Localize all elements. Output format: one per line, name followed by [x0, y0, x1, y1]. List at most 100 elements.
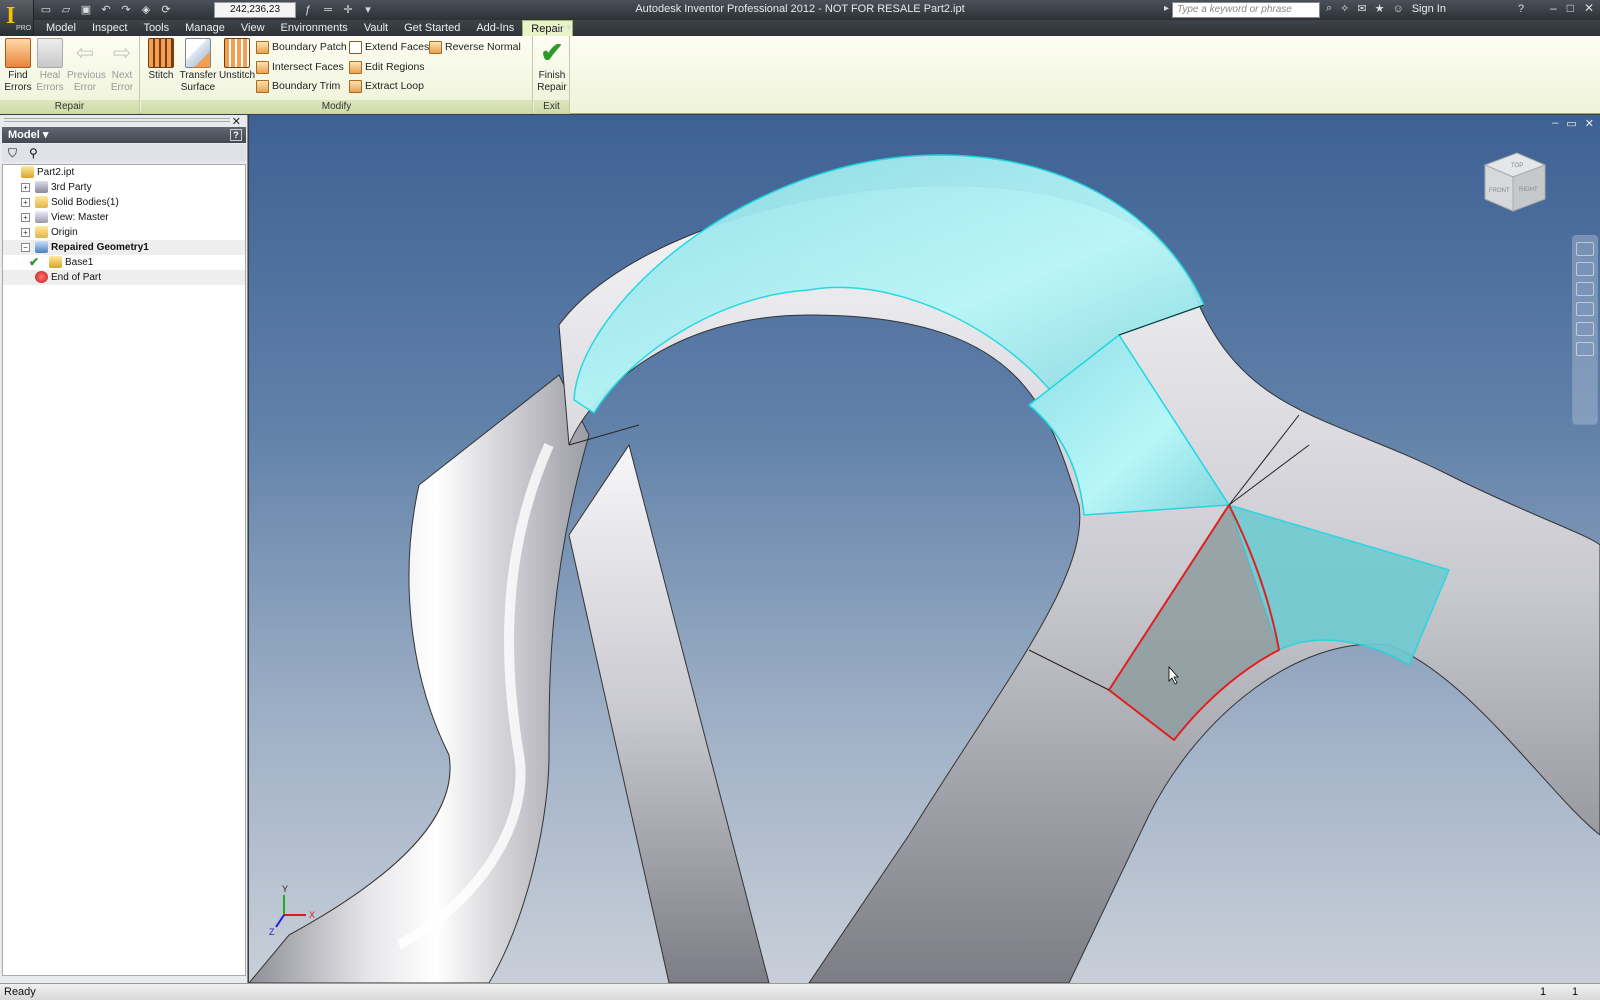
- tab-manage[interactable]: Manage: [177, 20, 233, 36]
- collapse-icon[interactable]: −: [21, 243, 30, 252]
- expand-icon[interactable]: +: [21, 198, 30, 207]
- help-icon[interactable]: ?: [1518, 3, 1524, 15]
- save-icon[interactable]: ▣: [78, 2, 94, 18]
- view-face-icon[interactable]: [1576, 342, 1594, 356]
- subscription-icon[interactable]: ✧: [1340, 2, 1349, 15]
- triad-y-label: Y: [282, 884, 288, 894]
- pan-icon[interactable]: [1576, 262, 1594, 276]
- browser-grip[interactable]: [4, 118, 230, 122]
- customize-dropdown-icon[interactable]: ▾: [360, 2, 376, 18]
- boundary-trim-button[interactable]: Boundary Trim: [256, 77, 340, 95]
- reverse-normal-button[interactable]: Reverse Normal: [429, 38, 521, 56]
- heal-errors-button[interactable]: Heal Errors: [32, 38, 68, 94]
- filter-icon[interactable]: ⛉: [8, 146, 17, 161]
- measure-icon[interactable]: ✛: [340, 2, 356, 18]
- next-error-button[interactable]: ⇨ Next Error: [104, 38, 140, 94]
- browser-help-icon[interactable]: ?: [230, 129, 242, 141]
- redo-icon[interactable]: ↷: [118, 2, 134, 18]
- expand-icon[interactable]: +: [21, 183, 30, 192]
- favorites-icon[interactable]: ★: [1375, 2, 1385, 15]
- zoom-icon[interactable]: [1576, 282, 1594, 296]
- tab-model[interactable]: Model: [38, 20, 84, 36]
- tree-node[interactable]: − Repaired Geometry1: [3, 240, 245, 255]
- communication-icon[interactable]: ✉: [1357, 2, 1366, 15]
- application-menu-button[interactable]: I PRO: [0, 0, 34, 36]
- graphics-viewport[interactable]: Y X Z TOP FRONT RIGHT – ▭ ✕: [249, 115, 1600, 983]
- model-graphics[interactable]: Y X Z TOP FRONT RIGHT: [249, 115, 1600, 983]
- stitch-button[interactable]: Stitch: [143, 38, 179, 82]
- window-controls: – □ ✕: [1550, 1, 1594, 15]
- find-errors-label-2: Errors: [4, 82, 32, 93]
- checkmark-icon: ✔: [29, 255, 40, 269]
- tab-environments[interactable]: Environments: [273, 20, 356, 36]
- stitch-label: Stitch: [148, 70, 174, 81]
- sign-in-link[interactable]: Sign In: [1412, 3, 1446, 15]
- close-icon[interactable]: ✕: [1584, 1, 1594, 15]
- extend-faces-button[interactable]: Extend Faces: [349, 38, 429, 56]
- steering-wheel-icon[interactable]: [1576, 242, 1594, 256]
- tree-node-label: Base1: [65, 257, 94, 268]
- minimize-icon[interactable]: –: [1550, 1, 1557, 15]
- look-at-icon[interactable]: [1576, 322, 1594, 336]
- find-errors-button[interactable]: Find Errors: [0, 38, 36, 94]
- viewcube-front-label: FRONT: [1489, 188, 1510, 194]
- tree-node[interactable]: + Solid Bodies(1): [3, 195, 245, 210]
- arrow-left-icon: ⇦: [75, 40, 95, 65]
- maximize-icon[interactable]: □: [1567, 1, 1574, 15]
- tab-get-started[interactable]: Get Started: [396, 20, 468, 36]
- tree-node[interactable]: Part2.ipt: [3, 165, 245, 180]
- new-file-icon[interactable]: ▭: [38, 2, 54, 18]
- finish-repair-label-1: Finish: [538, 70, 566, 81]
- status-count-1: 1: [1540, 986, 1547, 998]
- unstitch-label: Unstitch: [218, 70, 256, 81]
- edit-regions-icon: [349, 60, 362, 74]
- tab-add-ins[interactable]: Add-Ins: [468, 20, 522, 36]
- search-input[interactable]: Type a keyword or phrase: [1172, 2, 1320, 18]
- viewport-close-icon[interactable]: ✕: [1585, 117, 1594, 130]
- next-error-label-1: Next: [111, 70, 133, 81]
- unstitch-button[interactable]: Unstitch: [217, 38, 257, 82]
- tree-node[interactable]: End of Part: [3, 270, 245, 285]
- function-icon[interactable]: ƒ: [300, 2, 316, 18]
- undo-icon[interactable]: ↶: [98, 2, 114, 18]
- intersect-faces-button[interactable]: Intersect Faces: [256, 58, 344, 76]
- tree-node-label: View: Master: [51, 212, 109, 223]
- orbit-icon[interactable]: [1576, 302, 1594, 316]
- expand-icon[interactable]: +: [21, 228, 30, 237]
- transfer-surface-button[interactable]: Transfer Surface: [177, 38, 219, 94]
- find-icon[interactable]: ⚲: [29, 146, 38, 160]
- tree-node[interactable]: + Origin: [3, 225, 245, 240]
- tab-tools[interactable]: Tools: [135, 20, 177, 36]
- tab-view[interactable]: View: [233, 20, 273, 36]
- previous-error-label-2: Error: [73, 82, 97, 93]
- browser-header[interactable]: Model ▾ ?: [2, 127, 246, 143]
- tab-inspect[interactable]: Inspect: [84, 20, 135, 36]
- finish-repair-button[interactable]: ✔ Finish Repair: [534, 38, 570, 94]
- boundary-patch-label: Boundary Patch: [272, 41, 347, 53]
- material-icon[interactable]: ◈: [138, 2, 154, 18]
- coordinate-readout[interactable]: 242,236,23: [214, 2, 296, 18]
- extract-loop-button[interactable]: Extract Loop: [349, 77, 424, 95]
- expand-icon[interactable]: +: [21, 213, 30, 222]
- intersect-faces-label: Intersect Faces: [272, 61, 344, 73]
- edit-regions-button[interactable]: Edit Regions: [349, 58, 425, 76]
- tree-node[interactable]: + View: Master: [3, 210, 245, 225]
- line-style-icon[interactable]: ═: [320, 2, 336, 18]
- ribbon-tabs: Model Inspect Tools Manage View Environments V…: [38, 20, 573, 36]
- tree-node[interactable]: +3rd Party: [3, 180, 245, 195]
- arrow-right-icon: ⇨: [112, 40, 132, 65]
- tree-node[interactable]: ✔ Base1: [3, 255, 245, 270]
- binoculars-icon[interactable]: ⌕: [1326, 2, 1332, 15]
- viewport-minimize-icon[interactable]: –: [1552, 117, 1558, 130]
- tab-options-icon[interactable]: ▭▾: [556, 21, 572, 34]
- boundary-patch-button[interactable]: Boundary Patch: [256, 38, 347, 56]
- previous-error-button[interactable]: ⇦ Previous Error: [67, 38, 106, 94]
- viewcube[interactable]: TOP FRONT RIGHT: [1483, 152, 1547, 212]
- search-expand-icon[interactable]: ▸: [1164, 3, 1169, 14]
- viewport-restore-icon[interactable]: ▭: [1566, 117, 1576, 130]
- tab-vault[interactable]: Vault: [356, 20, 396, 36]
- stitch-icon: [148, 38, 174, 68]
- modify-panel: Stitch Transfer Surface Unstitch Boundar…: [141, 36, 533, 114]
- open-file-icon[interactable]: ▱: [58, 2, 74, 18]
- update-icon[interactable]: ⟳: [158, 2, 174, 18]
